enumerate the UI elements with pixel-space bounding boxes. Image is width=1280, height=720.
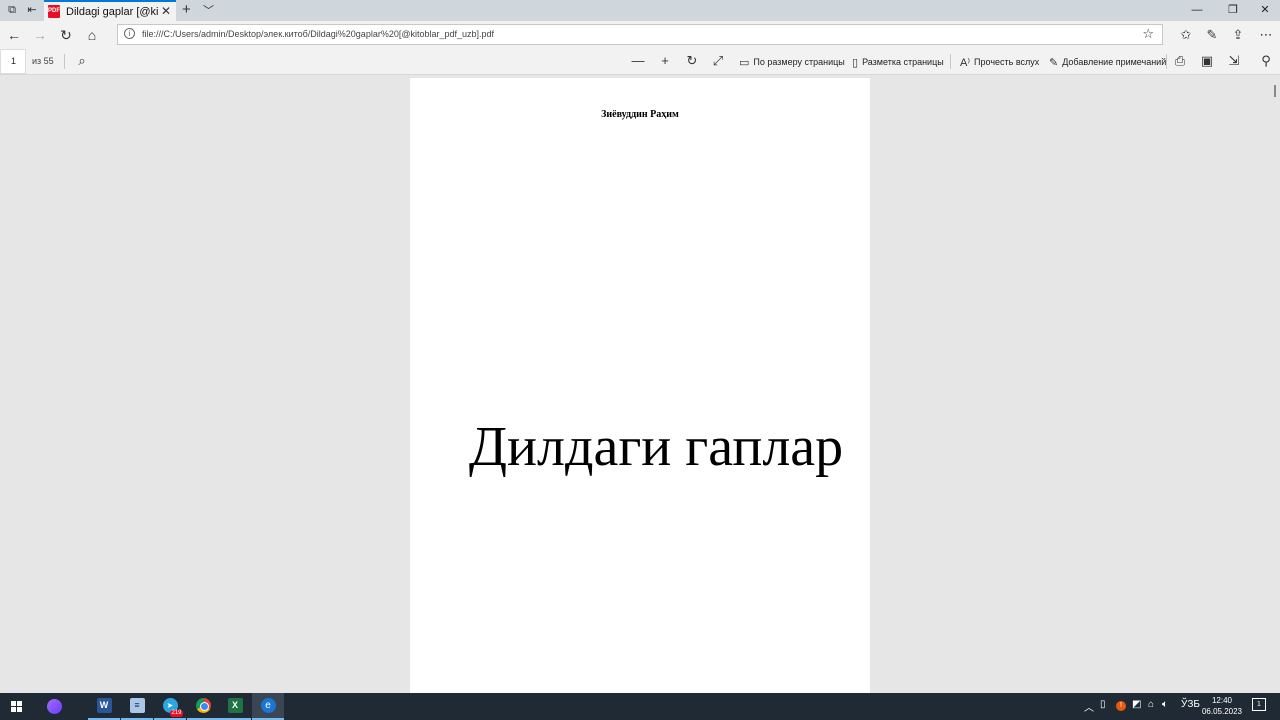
address-bar[interactable]: i file:///C:/Users/admin/Desktop/элек.ки… [117, 24, 1163, 45]
search-icon[interactable]: ⌕ [72, 51, 92, 71]
rotate-icon[interactable]: ↻ [682, 51, 702, 71]
toolbar-divider [64, 54, 65, 69]
page-layout-icon: ▯ [852, 56, 859, 69]
volume-icon[interactable]: 🔈︎ [1162, 699, 1168, 710]
fit-to-page-button[interactable]: ▭ По размеру страницы [739, 54, 845, 70]
more-menu-icon[interactable]: ⋯ [1256, 25, 1276, 45]
clock[interactable]: 12:40 06.05.2023 [1198, 695, 1246, 717]
forward-icon[interactable]: → [30, 25, 50, 45]
notepad-icon: ≡ [129, 698, 145, 713]
fit-page-icon: ▭ [739, 56, 750, 69]
clock-time: 12:40 [1211, 696, 1233, 705]
clock-date: 06.05.2023 [1201, 707, 1243, 716]
read-aloud-icon: A⁾ [960, 56, 971, 69]
save-as-icon[interactable]: ⇲ [1224, 51, 1244, 71]
favorite-star-icon[interactable]: ☆ [1142, 26, 1154, 42]
book-title: Дилдаги гаплар [468, 416, 844, 478]
tab-active[interactable]: PDF Dildagi gaplar [@kitoblar_pdf_uzb] ✕ [44, 0, 176, 21]
page-count: из 55 [32, 56, 54, 66]
minimize-button[interactable]: — [1180, 0, 1214, 21]
back-icon[interactable]: ← [4, 25, 24, 45]
read-aloud-button[interactable]: A⁾ Прочесть вслух [960, 54, 1039, 70]
alert-icon[interactable]: ! [1116, 701, 1126, 711]
windows-logo-icon [10, 701, 22, 712]
battery-icon[interactable]: ▯ [1100, 699, 1106, 710]
taskbar: W ≡ ➤ 219 X e ︿ ▯ ! ◩ ⌂ 🔈︎ ЎЗБ 12:40 06.0… [0, 693, 1280, 720]
print-icon[interactable]: ⎙ [1170, 51, 1190, 71]
page-layout-label: Разметка страницы [862, 57, 944, 67]
tab-close-icon[interactable]: ✕ [161, 4, 171, 18]
page-layout-button[interactable]: ▯ Разметка страницы [852, 54, 944, 70]
taskbar-excel[interactable]: X [219, 693, 251, 720]
save-icon[interactable]: ▣ [1197, 51, 1217, 71]
taskbar-telegram[interactable]: ➤ 219 [154, 693, 186, 720]
favorites-icon[interactable]: ✩ [1176, 25, 1196, 45]
pdf-file-icon: PDF [48, 5, 60, 18]
restore-button[interactable]: ❐ [1216, 0, 1250, 21]
title-bar: ⧉ ⇤ PDF Dildagi gaplar [@kitoblar_pdf_uz… [0, 0, 1280, 21]
info-icon[interactable]: i [124, 28, 135, 39]
full-screen-icon[interactable]: ⤢ [708, 51, 728, 71]
toolbar-divider [1166, 54, 1167, 69]
notification-center-icon[interactable]: 1 [1252, 698, 1266, 711]
share-icon[interactable]: ⇪ [1228, 25, 1248, 45]
web-notes-icon[interactable]: ✎ [1202, 25, 1222, 45]
add-notes-button[interactable]: ✎ Добавление примечаний [1049, 54, 1166, 70]
app-tray-icon[interactable]: ◩ [1132, 699, 1141, 710]
chrome-icon [195, 698, 211, 713]
add-notes-label: Добавление примечаний [1062, 57, 1167, 67]
pdf-toolbar: 1 из 55 ⌕ — + ↻ ⤢ ▭ По размеру страницы … [0, 48, 1280, 75]
telegram-badge: 219 [170, 710, 183, 717]
vertical-scrollbar[interactable] [1270, 76, 1280, 693]
taskbar-chrome[interactable] [187, 693, 219, 720]
alice-assistant-button[interactable] [38, 693, 70, 720]
taskbar-edge[interactable]: e [252, 693, 284, 720]
pdf-page[interactable]: Зиёвуддин Раҳим Дилдаги гаплар [410, 78, 870, 693]
url-text[interactable]: file:///C:/Users/admin/Desktop/элек.кито… [142, 29, 494, 39]
pen-icon: ✎ [1049, 56, 1059, 69]
close-window-button[interactable]: ✕ [1248, 0, 1280, 21]
page-number-input[interactable]: 1 [0, 49, 26, 74]
telegram-icon: ➤ 219 [162, 698, 183, 717]
show-hidden-icons[interactable]: ︿ [1084, 699, 1094, 714]
taskbar-notepad[interactable]: ≡ [121, 693, 153, 720]
home-icon[interactable]: ⌂ [82, 25, 102, 45]
set-aside-tabs-icon[interactable]: ⇤ [25, 3, 39, 17]
new-tab-button[interactable]: + [182, 1, 191, 18]
start-button[interactable] [0, 693, 32, 720]
taskbar-word[interactable]: W [88, 693, 120, 720]
scrollbar-thumb[interactable] [1274, 85, 1276, 97]
network-icon[interactable]: ⌂ [1148, 699, 1154, 710]
tab-title: Dildagi gaplar [@kitoblar_pdf_uzb] [66, 5, 158, 18]
pin-toolbar-icon[interactable]: ⚲ [1256, 51, 1276, 71]
zoom-in-icon[interactable]: + [655, 51, 675, 71]
edge-icon: e [260, 698, 276, 713]
pdf-viewer[interactable]: Зиёвуддин Раҳим Дилдаги гаплар [0, 76, 1280, 693]
book-author: Зиёвуддин Раҳим [601, 109, 679, 120]
read-aloud-label: Прочесть вслух [974, 57, 1040, 67]
navigation-bar: ← → ↻ ⌂ i file:///C:/Users/admin/Desktop… [0, 21, 1280, 48]
fit-page-label: По размеру страницы [753, 57, 845, 67]
excel-icon: X [227, 698, 243, 713]
word-icon: W [96, 698, 112, 713]
zoom-out-icon[interactable]: — [628, 51, 648, 71]
alice-icon [46, 699, 62, 714]
tab-actions-icon[interactable]: ⧉ [5, 3, 19, 17]
tab-menu-chevron-icon[interactable]: ﹀ [203, 2, 214, 18]
toolbar-divider [950, 54, 951, 69]
refresh-icon[interactable]: ↻ [56, 25, 76, 45]
